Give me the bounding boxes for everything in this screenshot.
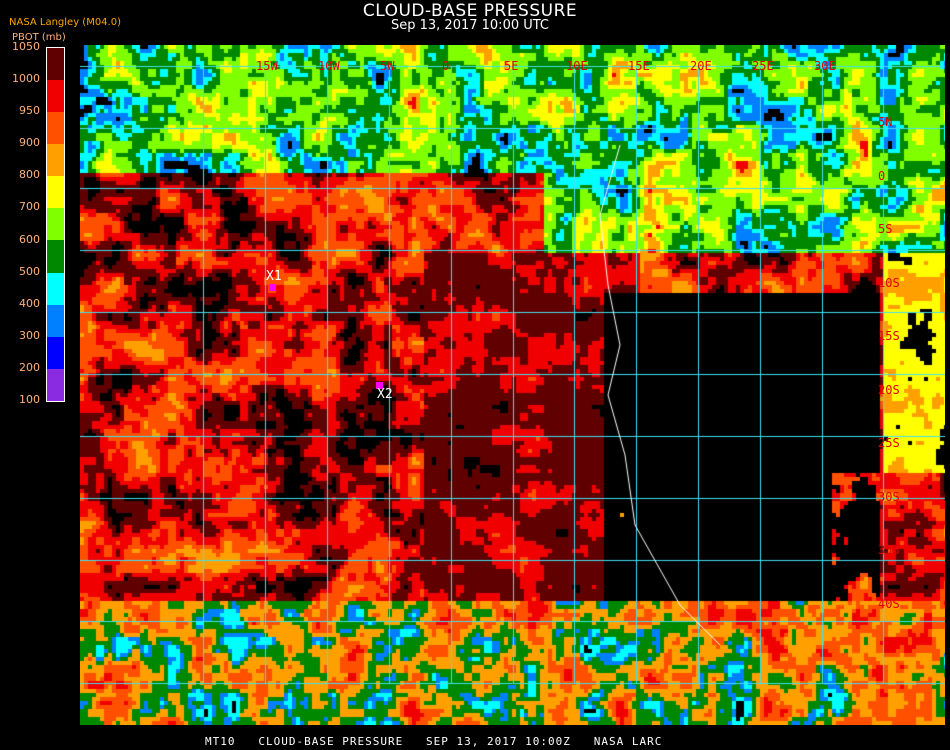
legend-swatch (47, 144, 64, 177)
chart-subtitle: Sep 13, 2017 10:00 UTC (390, 18, 550, 33)
legend-swatch (47, 368, 64, 401)
legend-tick: 400 (19, 296, 40, 310)
latitude-label: 20S (878, 382, 900, 397)
legend-swatch (47, 112, 64, 145)
marker-label: X2 (377, 387, 393, 402)
legend-swatch (47, 272, 64, 305)
source-label: NASA Langley (M04.0) (9, 17, 121, 28)
legend-tick: 700 (19, 200, 40, 214)
satellite-map: 15W 10W 5W 0 5E 10E 15E 20E 25E 30E 5N 0 5S 10S 15S 20S… (80, 45, 945, 725)
longitude-label: 10E (566, 59, 588, 73)
legend-swatch (47, 336, 64, 369)
legend-tick: 200 (19, 360, 40, 374)
legend-tick: 100 (19, 393, 40, 406)
footer-caption: MT10 CLOUD-BASE PRESSURE SEP 13, 2017 10… (205, 735, 663, 748)
legend-swatch (47, 48, 64, 81)
location-marker[interactable] (269, 284, 276, 291)
legend-tick: 1050 (12, 40, 40, 53)
latitude-label: 15S (878, 329, 900, 343)
longitude-label: 5E (504, 59, 519, 73)
marker-label: X1 (266, 269, 282, 284)
legend-tick: 800 (19, 168, 40, 182)
legend-tick: 950 (19, 104, 40, 118)
longitude-label: 20E (690, 59, 712, 73)
legend-tick: 1000 (12, 72, 40, 86)
latitude-label: 0 (878, 168, 886, 183)
latitude-label: 30S (878, 489, 900, 504)
legend-swatch (47, 240, 64, 273)
longitude-label: 10W (318, 59, 340, 73)
legend-tick: 500 (19, 264, 40, 278)
latitude-label: 35S (878, 543, 900, 557)
longitude-label: 15E (628, 59, 650, 73)
legend-tick: 600 (19, 232, 40, 246)
latitude-label: 10S (878, 275, 900, 290)
cloud-base-pressure-image (80, 45, 945, 725)
legend-tick: 900 (19, 136, 40, 150)
longitude-label: 25E (752, 59, 774, 73)
latitude-label: 5N (878, 115, 893, 129)
color-legend (46, 47, 65, 402)
latitude-label: 25S (878, 436, 900, 450)
legend-swatch (47, 208, 64, 241)
legend-swatch (47, 80, 64, 113)
legend-tick: 300 (19, 328, 40, 342)
latitude-label: 40S (878, 596, 900, 611)
longitude-label: 15W (256, 59, 278, 73)
latitude-label: 5S (878, 222, 893, 236)
legend-swatch (47, 304, 64, 337)
longitude-label: 30E (814, 59, 836, 73)
legend-swatch (47, 176, 64, 209)
longitude-label: 5W (380, 59, 395, 73)
longitude-label: 0 (442, 59, 450, 73)
